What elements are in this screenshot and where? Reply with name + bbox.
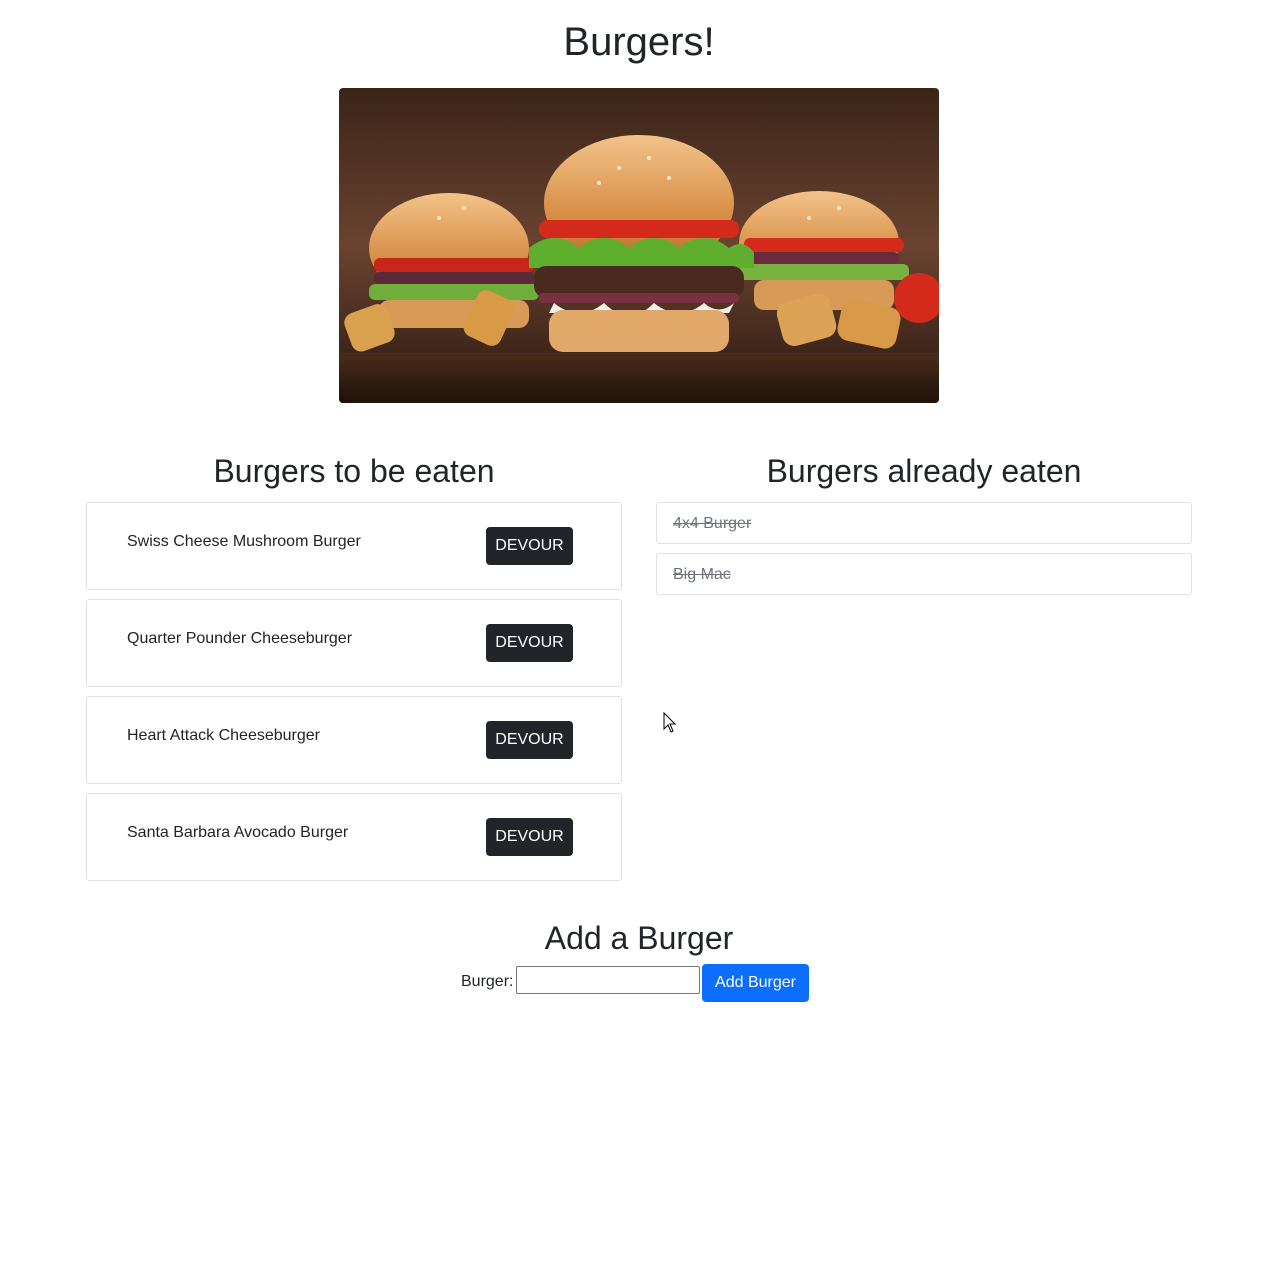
burger-name: Swiss Cheese Mushroom Burger — [127, 533, 361, 550]
page: Burgers! Burgers to be eaten Burgers alr… — [0, 0, 1278, 1283]
page-title: Burgers! — [563, 20, 715, 64]
eaten-list-item: Big Mac — [656, 553, 1192, 595]
burger-name: Quarter Pounder Cheeseburger — [127, 630, 353, 647]
burger-name: Santa Barbara Avocado Burger — [127, 824, 349, 841]
devour-button[interactable]: DEVOUR — [486, 527, 573, 565]
burger-name: Heart Attack Cheeseburger — [127, 727, 320, 744]
devour-button[interactable]: DEVOUR — [486, 721, 573, 759]
to-eat-list-item: Quarter Pounder Cheeseburger DEVOUR — [86, 599, 622, 687]
eaten-heading: Burgers already eaten — [766, 453, 1082, 489]
devour-button[interactable]: DEVOUR — [486, 818, 573, 856]
to-eat-list-item: Santa Barbara Avocado Burger DEVOUR — [86, 793, 622, 881]
eaten-burger-name: 4x4 Burger — [673, 515, 752, 532]
devour-button[interactable]: DEVOUR — [486, 624, 573, 662]
to-eat-list-item: Heart Attack Cheeseburger DEVOUR — [86, 696, 622, 784]
eaten-burger-name: Big Mac — [673, 566, 731, 583]
burger-input-label: Burger: — [461, 973, 514, 990]
to-eat-heading: Burgers to be eaten — [213, 453, 495, 489]
burger-input[interactable] — [516, 966, 700, 994]
to-eat-list-item: Swiss Cheese Mushroom Burger DEVOUR — [86, 502, 622, 590]
add-burger-button[interactable]: Add Burger — [702, 964, 809, 1002]
eaten-list-item: 4x4 Burger — [656, 502, 1192, 544]
add-burger-heading: Add a Burger — [544, 920, 734, 956]
hero-image — [339, 88, 939, 403]
mouse-cursor-icon — [663, 712, 677, 733]
